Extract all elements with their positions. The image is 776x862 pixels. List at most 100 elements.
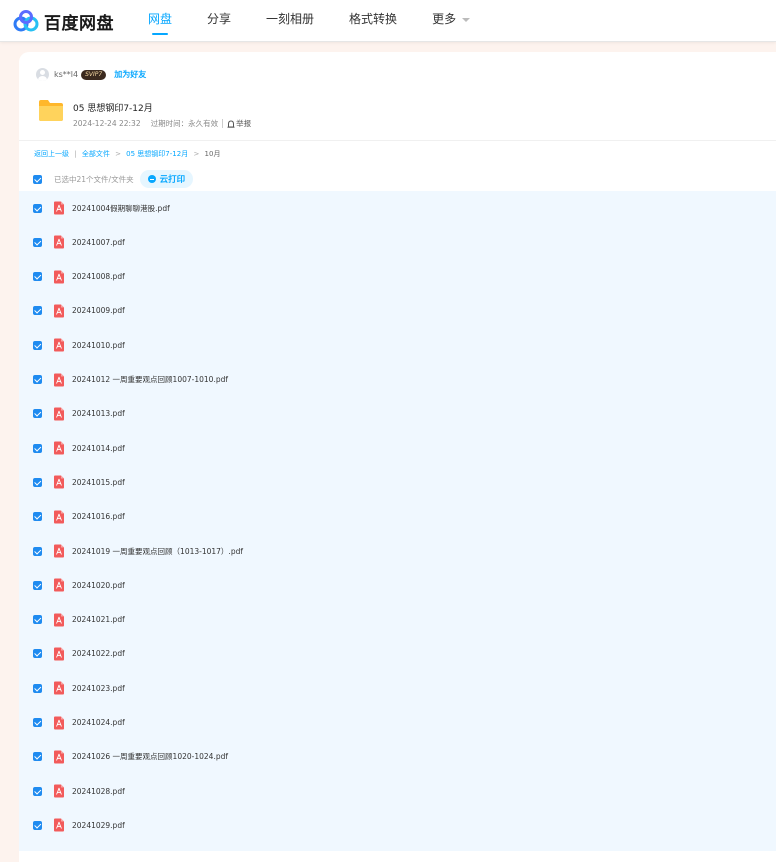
share-date: 2024-12-24 22:32 bbox=[73, 119, 141, 128]
file-name[interactable]: 20241029.pdf bbox=[72, 821, 125, 830]
file-row[interactable]: 20241015.pdf bbox=[19, 465, 776, 499]
file-row[interactable]: 20241013.pdf bbox=[19, 397, 776, 431]
sharer-username[interactable]: ks**l4 bbox=[54, 70, 78, 79]
cloud-print-button[interactable]: 云打印 bbox=[139, 170, 194, 188]
file-name[interactable]: 20241007.pdf bbox=[72, 238, 125, 247]
file-checkbox[interactable] bbox=[33, 649, 42, 659]
avatar[interactable] bbox=[36, 68, 49, 81]
file-checkbox[interactable] bbox=[33, 203, 42, 213]
file-row[interactable]: 20241016.pdf bbox=[19, 500, 776, 534]
file-row[interactable]: 20241029.pdf bbox=[19, 808, 776, 842]
add-friend-link[interactable]: 加为好友 bbox=[114, 69, 146, 80]
file-row[interactable]: 20241028.pdf bbox=[19, 774, 776, 808]
baidu-netdisk-logo-icon bbox=[13, 10, 39, 32]
file-checkbox[interactable] bbox=[33, 786, 42, 796]
divider bbox=[222, 119, 224, 128]
breadcrumb-separator: | bbox=[74, 150, 77, 158]
logo[interactable]: 百度网盘 bbox=[13, 9, 114, 34]
file-checkbox[interactable] bbox=[33, 340, 42, 350]
file-checkbox[interactable] bbox=[33, 443, 42, 453]
file-checkbox[interactable] bbox=[33, 477, 42, 487]
file-row[interactable]: 20241004假期聊聊港股.pdf bbox=[19, 191, 776, 225]
file-name[interactable]: 20241023.pdf bbox=[72, 684, 125, 693]
cloud-print-label: 云打印 bbox=[159, 175, 186, 185]
brand-name: 百度网盘 bbox=[44, 13, 114, 34]
file-checkbox[interactable] bbox=[33, 820, 42, 830]
file-checkbox[interactable] bbox=[33, 615, 42, 625]
nav-item-netdisk[interactable]: 网盘 bbox=[148, 0, 172, 41]
select-all-checkbox[interactable] bbox=[33, 174, 42, 184]
file-name[interactable]: 20241008.pdf bbox=[72, 272, 125, 281]
file-checkbox[interactable] bbox=[33, 752, 42, 762]
file-row[interactable]: 20241012 一周重要观点回顾1007-1010.pdf bbox=[19, 363, 776, 397]
file-name[interactable]: 20241021.pdf bbox=[72, 615, 125, 624]
breadcrumb-all-files[interactable]: 全部文件 bbox=[82, 150, 110, 158]
pdf-file-icon bbox=[54, 750, 64, 764]
file-checkbox[interactable] bbox=[33, 375, 42, 384]
file-name[interactable]: 20241015.pdf bbox=[72, 478, 125, 487]
file-row[interactable]: 20241022.pdf bbox=[19, 637, 776, 671]
file-row[interactable]: 20241009.pdf bbox=[19, 294, 776, 328]
file-row[interactable]: 20241023.pdf bbox=[19, 671, 776, 705]
file-row[interactable]: 20241020.pdf bbox=[19, 568, 776, 602]
file-name[interactable]: 20241024.pdf bbox=[72, 718, 125, 727]
pdf-file-icon bbox=[54, 716, 64, 729]
nav-item-label: 格式转换 bbox=[349, 12, 398, 26]
file-checkbox[interactable] bbox=[33, 580, 42, 590]
file-name[interactable]: 20241004假期聊聊港股.pdf bbox=[72, 203, 170, 214]
file-row[interactable]: 20241008.pdf bbox=[19, 260, 776, 294]
pdf-file-icon bbox=[54, 304, 64, 318]
pdf-file-icon bbox=[54, 475, 64, 489]
file-name[interactable]: 20241028.pdf bbox=[72, 787, 125, 796]
share-card: ks**l4 SVIP7 加为好友 05 思想钢印7-12月 2024-12-2… bbox=[19, 52, 776, 862]
breadcrumb-separator: > bbox=[193, 150, 200, 158]
file-checkbox[interactable] bbox=[33, 683, 42, 693]
pdf-file-icon bbox=[54, 441, 64, 455]
file-name[interactable]: 20241022.pdf bbox=[72, 649, 125, 658]
file-row[interactable]: 20241010.pdf bbox=[19, 328, 776, 362]
pdf-file-icon bbox=[54, 373, 64, 386]
file-row[interactable]: 20241021.pdf bbox=[19, 603, 776, 637]
file-row[interactable]: 20241026 一周重要观点回顾1020-1024.pdf bbox=[19, 740, 776, 774]
file-checkbox[interactable] bbox=[33, 546, 42, 556]
file-row[interactable]: 20241007.pdf bbox=[19, 225, 776, 259]
file-checkbox[interactable] bbox=[33, 512, 42, 522]
breadcrumb-parent[interactable]: 05 思想钢印7-12月 bbox=[126, 150, 188, 158]
file-row[interactable]: 20241019 一周重要观点回顾（1013-1017）.pdf bbox=[19, 534, 776, 568]
report-button[interactable]: 举报 bbox=[227, 118, 251, 129]
file-row[interactable]: 20241014.pdf bbox=[19, 431, 776, 465]
pdf-file-icon bbox=[54, 681, 64, 695]
file-name[interactable]: 20241012 一周重要观点回顾1007-1010.pdf bbox=[72, 374, 228, 385]
file-checkbox[interactable] bbox=[33, 409, 42, 419]
pdf-file-icon bbox=[54, 613, 64, 627]
file-name[interactable]: 20241019 一周重要观点回顾（1013-1017）.pdf bbox=[72, 546, 243, 557]
file-name[interactable]: 20241016.pdf bbox=[72, 512, 125, 521]
file-name[interactable]: 20241014.pdf bbox=[72, 444, 125, 453]
breadcrumb-current: 10月 bbox=[204, 150, 221, 158]
pdf-file-icon bbox=[54, 201, 64, 215]
nav-item-share[interactable]: 分享 bbox=[207, 0, 231, 41]
expiry-text: 过期时间：永久有效 bbox=[150, 119, 219, 128]
folder-title: 05 思想钢印7-12月 bbox=[73, 104, 153, 114]
file-name[interactable]: 20241009.pdf bbox=[72, 306, 125, 315]
file-name[interactable]: 20241026 一周重要观点回顾1020-1024.pdf bbox=[72, 751, 228, 762]
file-checkbox[interactable] bbox=[33, 718, 42, 727]
pdf-file-icon bbox=[54, 407, 64, 421]
file-name[interactable]: 20241010.pdf bbox=[72, 341, 125, 350]
report-label: 举报 bbox=[236, 119, 252, 128]
nav-item-format-convert[interactable]: 格式转换 bbox=[349, 0, 397, 41]
file-row[interactable]: 20241024.pdf bbox=[19, 706, 776, 740]
file-checkbox[interactable] bbox=[33, 306, 42, 316]
breadcrumb-back[interactable]: 返回上一级 bbox=[34, 150, 69, 158]
pdf-file-icon bbox=[54, 544, 64, 558]
nav-item-label: 分享 bbox=[207, 12, 232, 26]
file-checkbox[interactable] bbox=[33, 237, 42, 247]
nav-item-more[interactable]: 更多 bbox=[432, 0, 471, 41]
file-checkbox[interactable] bbox=[33, 272, 42, 282]
breadcrumb: 返回上一级 | 全部文件 > 05 思想钢印7-12月 > 10月 bbox=[34, 149, 220, 159]
top-bar: 百度网盘 网盘 分享 一刻相册 格式转换 更多 bbox=[0, 0, 776, 42]
file-name[interactable]: 20241020.pdf bbox=[72, 581, 125, 590]
nav-item-album[interactable]: 一刻相册 bbox=[266, 0, 314, 41]
file-name[interactable]: 20241013.pdf bbox=[72, 409, 125, 418]
active-tab-indicator bbox=[152, 33, 169, 35]
